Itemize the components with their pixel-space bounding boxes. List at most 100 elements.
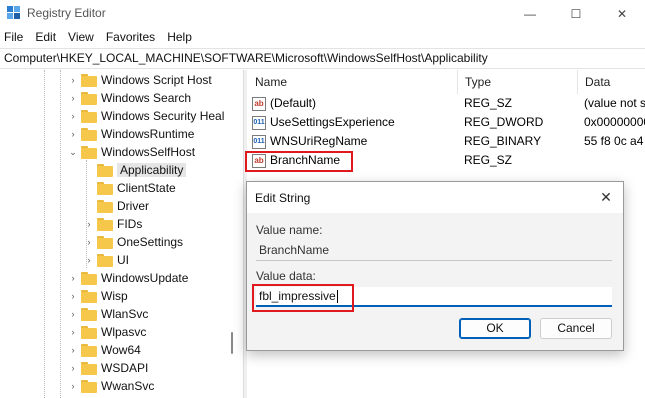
value-name-label: Value name: (256, 223, 323, 237)
annotation-highlight-box (245, 151, 353, 172)
dialog-close-button[interactable]: ✕ (595, 186, 617, 208)
value-row-default[interactable]: ab (Default) REG_SZ (value not s (248, 94, 645, 113)
value-row-use-settings-experience[interactable]: 011 UseSettingsExperience REG_DWORD 0x00… (248, 113, 645, 132)
folder-icon (81, 343, 97, 357)
tree-item-wlpasvc[interactable]: › Wlpasvc (68, 323, 147, 341)
folder-icon (81, 289, 97, 303)
value-row-wns-uri-reg-name[interactable]: 011 WNSUriRegName REG_BINARY 55 f8 0c a4 (248, 132, 645, 151)
tree-item-windows-script-host[interactable]: › Windows Script Host (68, 71, 212, 89)
column-header-data[interactable]: Data (578, 70, 645, 94)
chevron-right-icon[interactable]: › (68, 341, 78, 359)
folder-icon (81, 271, 97, 285)
tree-item-label: ClientState (117, 181, 176, 195)
folder-icon (97, 235, 113, 249)
folder-icon (81, 361, 97, 375)
chevron-right-icon[interactable]: › (68, 287, 78, 305)
tree-item-windows-security-health[interactable]: › Windows Security Heal (68, 107, 225, 125)
tree-guide-line (44, 70, 45, 398)
tree-item-wsdapi[interactable]: › WSDAPI (68, 359, 149, 377)
chevron-right-icon[interactable]: › (68, 305, 78, 323)
chevron-right-icon[interactable]: › (68, 71, 78, 89)
dialog-title: Edit String (255, 191, 311, 205)
string-value-icon: ab (252, 96, 266, 111)
tree-item-wow64[interactable]: › Wow64 (68, 341, 141, 359)
tree-item-ui[interactable]: › UI (84, 251, 130, 269)
minimize-icon: — (524, 6, 536, 21)
close-window-button[interactable]: ✕ (599, 0, 645, 27)
tree-item-driver[interactable]: Driver (84, 197, 149, 215)
tree-item-label: Windows Search (101, 91, 192, 105)
value-type: REG_SZ (464, 153, 513, 167)
annotation-highlight-box (252, 284, 354, 312)
chevron-right-icon[interactable]: › (68, 107, 78, 125)
list-header: Name Type Data (248, 70, 645, 94)
chevron-right-icon[interactable]: › (68, 125, 78, 143)
folder-open-icon (97, 163, 113, 177)
tree-item-label: UI (117, 253, 129, 267)
tree-item-wisp[interactable]: › Wisp (68, 287, 128, 305)
edit-string-dialog: Edit String ✕ Value name: BranchName Val… (246, 181, 624, 351)
tree-item-fids[interactable]: › FIDs (84, 215, 143, 233)
menu-view[interactable]: View (68, 30, 94, 44)
tree-item-label: Windows Script Host (101, 73, 212, 87)
chevron-right-icon[interactable]: › (84, 215, 94, 233)
tree-item-label: Applicability (117, 163, 187, 177)
ok-button[interactable]: OK (459, 318, 531, 339)
minimize-button[interactable]: — (507, 0, 553, 27)
tree-item-label: Wlpasvc (101, 325, 147, 339)
tree-item-label: WindowsRuntime (101, 127, 195, 141)
tree-item-label: WlanSvc (101, 307, 149, 321)
tree-scrollbar[interactable] (229, 70, 235, 398)
value-data: 0x00000000 (584, 115, 645, 129)
tree-item-windows-update[interactable]: › WindowsUpdate (68, 269, 189, 287)
registry-tree: › Windows Script Host › Windows Search ›… (0, 70, 240, 398)
tree-item-wwansvc[interactable]: › WwanSvc (68, 377, 155, 395)
tree-item-windows-self-host[interactable]: ⌄ WindowsSelfHost (68, 143, 195, 161)
chevron-right-icon[interactable]: › (84, 233, 94, 251)
folder-icon (81, 73, 97, 87)
tree-item-label: Wow64 (101, 343, 141, 357)
folder-icon (97, 253, 113, 267)
menu-file[interactable]: File (4, 30, 23, 44)
tree-item-client-state[interactable]: ClientState (84, 179, 176, 197)
folder-icon (81, 91, 97, 105)
folder-icon (97, 199, 113, 213)
value-name-cell: 011 WNSUriRegName (252, 132, 458, 151)
maximize-icon: ☐ (570, 6, 582, 21)
folder-icon (81, 127, 97, 141)
tree-item-windows-runtime[interactable]: › WindowsRuntime (68, 125, 195, 143)
tree-expander (84, 161, 94, 179)
tree-item-wlansvc[interactable]: › WlanSvc (68, 305, 149, 323)
tree-item-label: WwanSvc (101, 379, 155, 393)
menu-help[interactable]: Help (167, 30, 192, 44)
value-data-label: Value data: (256, 269, 316, 283)
chevron-right-icon[interactable]: › (84, 251, 94, 269)
chevron-right-icon[interactable]: › (68, 377, 78, 395)
chevron-down-icon[interactable]: ⌄ (68, 143, 78, 161)
address-bar[interactable]: Computer\HKEY_LOCAL_MACHINE\SOFTWARE\Mic… (0, 48, 645, 69)
menu-favorites[interactable]: Favorites (106, 30, 155, 44)
column-header-type[interactable]: Type (458, 70, 578, 94)
binary-value-icon: 011 (252, 134, 266, 149)
column-header-name[interactable]: Name (248, 70, 458, 94)
maximize-button[interactable]: ☐ (553, 0, 599, 27)
scrollbar-thumb[interactable] (231, 332, 233, 354)
tree-item-label: WindowsUpdate (101, 271, 189, 285)
tree-item-one-settings[interactable]: › OneSettings (84, 233, 184, 251)
chevron-right-icon[interactable]: › (68, 269, 78, 287)
chevron-right-icon[interactable]: › (68, 89, 78, 107)
chevron-right-icon[interactable]: › (68, 323, 78, 341)
menu-edit[interactable]: Edit (35, 30, 56, 44)
folder-icon (81, 325, 97, 339)
registry-editor-app-icon (7, 6, 20, 19)
tree-item-label: WSDAPI (101, 361, 149, 375)
tree-item-applicability[interactable]: Applicability (84, 161, 187, 179)
menu-bar: File Edit View Favorites Help (0, 27, 645, 47)
binary-value-icon: 011 (252, 115, 266, 130)
chevron-right-icon[interactable]: › (68, 359, 78, 377)
close-icon: ✕ (600, 188, 612, 205)
cancel-button[interactable]: Cancel (540, 318, 612, 339)
tree-item-windows-search[interactable]: › Windows Search (68, 89, 192, 107)
title-bar: Registry Editor — ☐ ✕ (0, 0, 645, 27)
value-data: 55 f8 0c a4 (584, 134, 644, 148)
